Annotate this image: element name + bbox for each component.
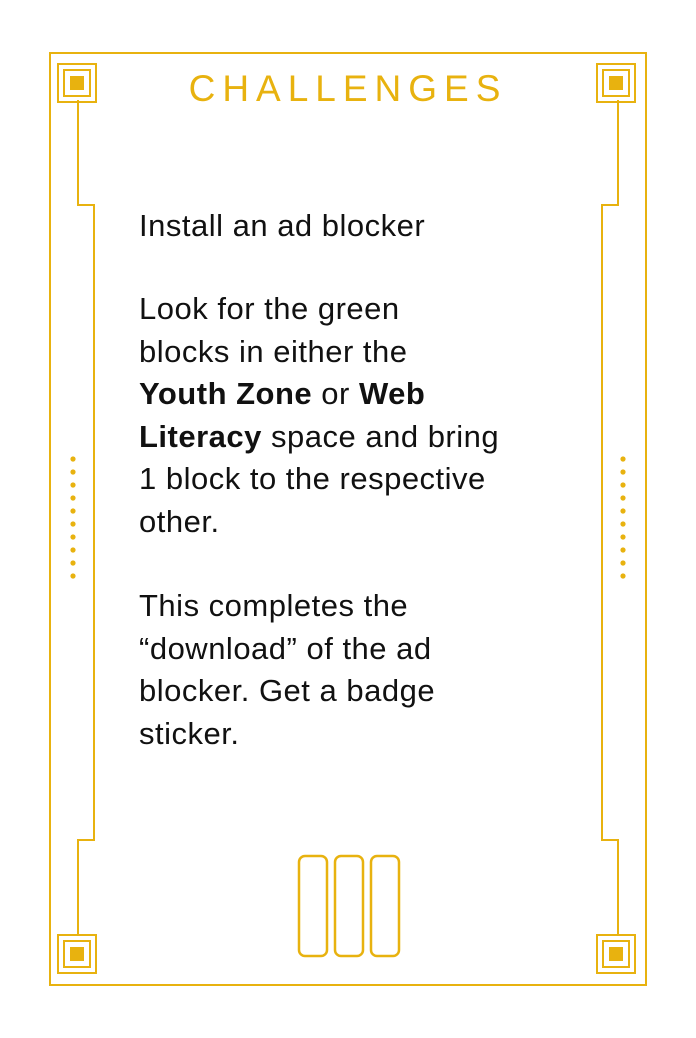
web-label: Web: [358, 376, 426, 411]
youth-zone-label: Youth Zone: [139, 376, 313, 411]
challenge-heading: Install an ad blocker: [139, 208, 426, 243]
blocks-icon: [297, 854, 401, 958]
challenge-instructions: Look for the green blocks in either the Yo…: [139, 291, 500, 539]
literacy-label: Literacy: [139, 418, 262, 454]
right-dots: [620, 456, 626, 579]
left-dots: [70, 456, 76, 579]
corner-ornament-bottom-right: [596, 934, 636, 974]
corner-ornament-bottom-left: [57, 934, 97, 974]
card-content: Install an ad blocker Look for the green…: [139, 205, 579, 755]
card-title: CHALLENGES: [188, 68, 508, 109]
challenge-completion-text: This completes the “download” of the ad bl…: [139, 588, 436, 751]
